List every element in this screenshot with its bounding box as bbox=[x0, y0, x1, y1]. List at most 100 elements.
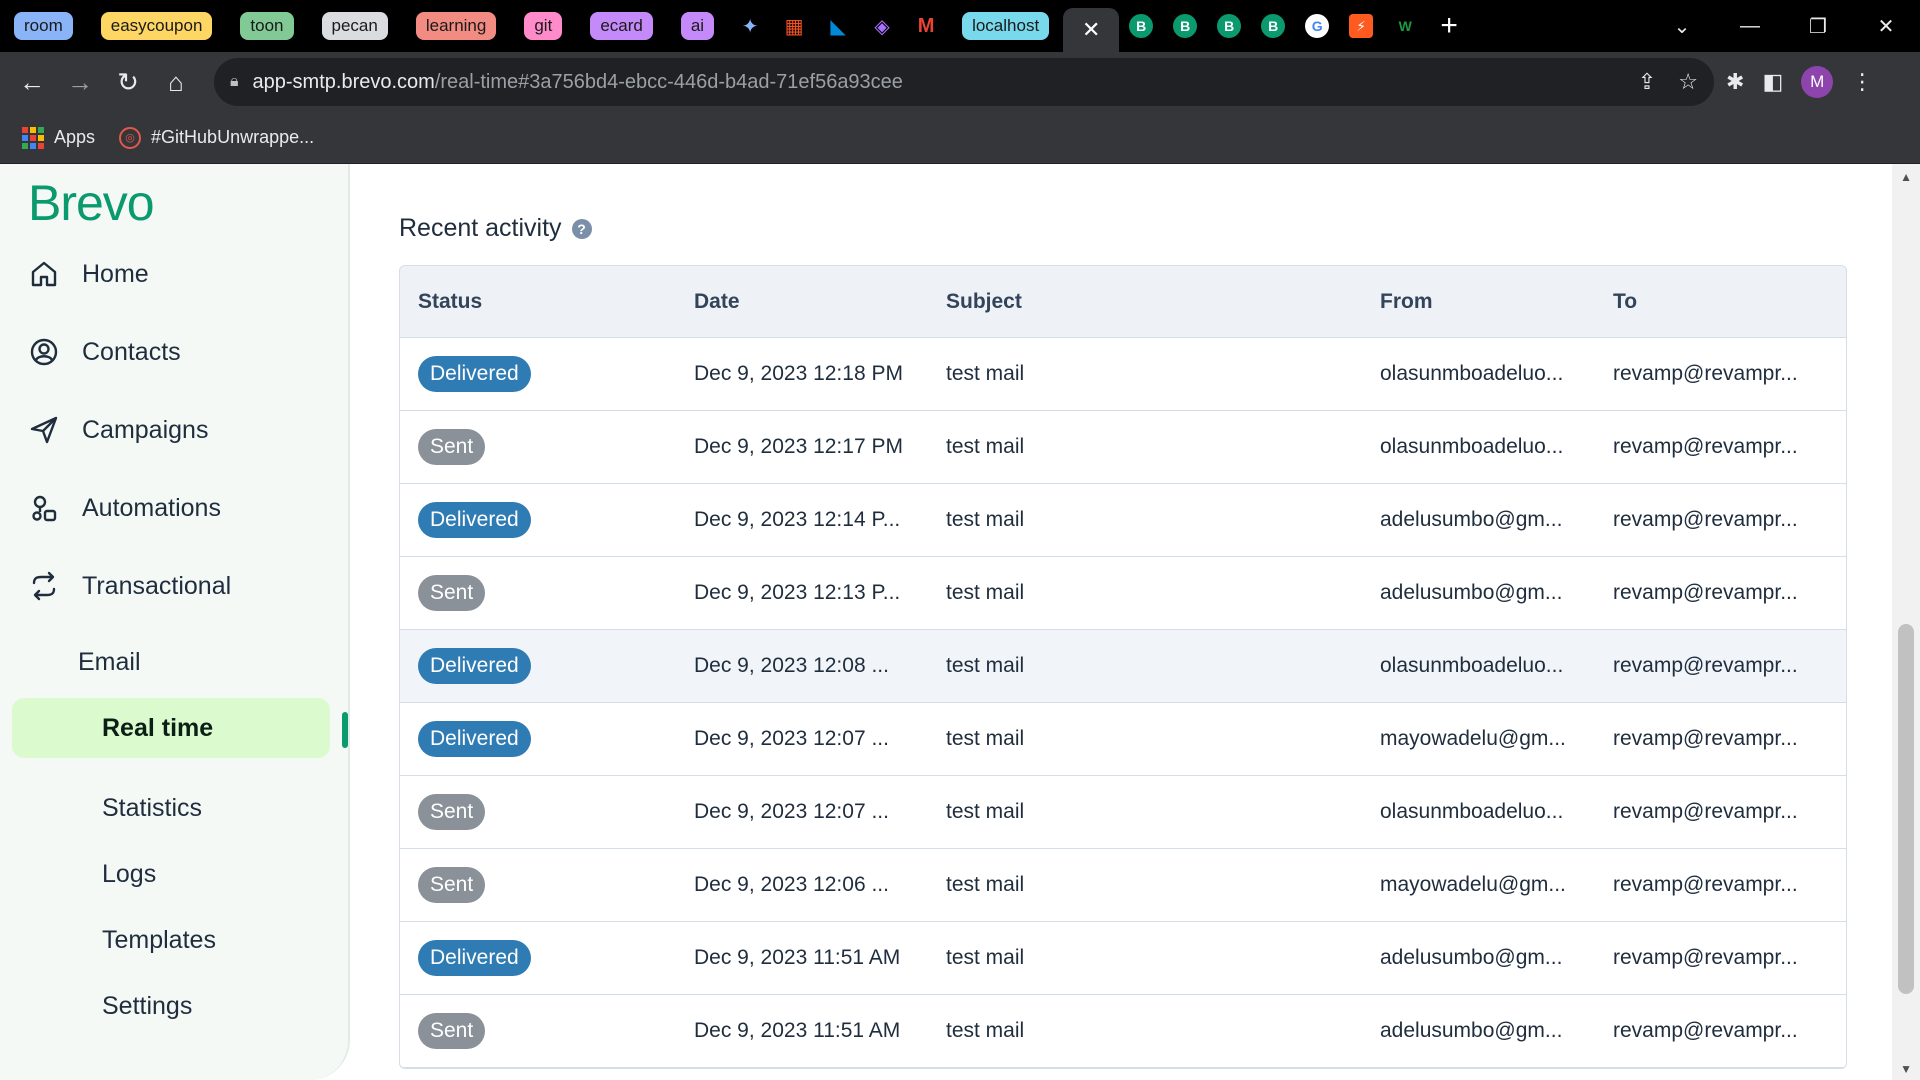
tab-visual-studio[interactable]: ◈ bbox=[860, 0, 904, 52]
tab-microsoft[interactable]: ▦ bbox=[772, 0, 816, 52]
back-icon[interactable]: ← bbox=[8, 58, 56, 106]
minimize-icon[interactable]: — bbox=[1716, 15, 1784, 38]
webflow-icon: W bbox=[1393, 14, 1418, 38]
tab-google[interactable]: G bbox=[1295, 0, 1339, 52]
table-row[interactable]: Delivered Dec 9, 2023 12:14 P... test mail… bbox=[400, 484, 1846, 557]
status-badge: Delivered bbox=[418, 648, 531, 684]
azure-icon: ◣ bbox=[830, 15, 846, 38]
address-bar[interactable]: 🔒︎ app-smtp.brevo.com/real-time#3a756bd4… bbox=[214, 58, 1714, 106]
side-panel-icon[interactable]: ◧ bbox=[1762, 69, 1783, 95]
sidebar-item-contacts[interactable]: Contacts bbox=[28, 336, 181, 368]
tab-gemini[interactable]: ✦ bbox=[728, 0, 772, 52]
sidebar-item-logs[interactable]: Logs bbox=[102, 860, 156, 889]
sidebar-item-transactional[interactable]: Transactional bbox=[28, 570, 231, 602]
scroll-down-icon[interactable]: ▼ bbox=[1900, 1062, 1912, 1076]
column-header-subject[interactable]: Subject bbox=[946, 290, 1380, 314]
sidebar-item-statistics[interactable]: Statistics bbox=[102, 794, 202, 823]
sidebar-item-home[interactable]: Home bbox=[28, 258, 149, 290]
date-cell: Dec 9, 2023 12:08 ... bbox=[694, 654, 889, 677]
brevo-logo[interactable]: Brevo bbox=[28, 174, 155, 232]
table-row[interactable]: Sent Dec 9, 2023 12:07 ... test mail olasun… bbox=[400, 776, 1846, 849]
main-content: Recent activity ? Status Date Subject Fr… bbox=[352, 164, 1892, 1080]
tab-group-room[interactable]: room bbox=[0, 0, 87, 52]
tab-group-easycoupon[interactable]: easycoupon bbox=[87, 0, 227, 52]
column-header-from[interactable]: From bbox=[1380, 290, 1613, 314]
tab-group-label: room bbox=[14, 12, 73, 40]
tab-brevo[interactable]: B bbox=[1207, 0, 1251, 52]
forward-icon[interactable]: → bbox=[56, 58, 104, 106]
profile-avatar[interactable]: M bbox=[1801, 66, 1834, 98]
reload-icon[interactable]: ↻ bbox=[104, 58, 152, 106]
table-row[interactable]: Delivered Dec 9, 2023 12:08 ... test mail o… bbox=[400, 630, 1846, 703]
bookmark-label: #GitHubUnwrappe... bbox=[151, 127, 315, 147]
share-icon[interactable]: ⇪ bbox=[1638, 69, 1656, 95]
sidebar-item-real-time[interactable]: Real time bbox=[12, 698, 330, 758]
contacts-icon bbox=[30, 338, 58, 366]
restore-icon[interactable]: ❐ bbox=[1784, 14, 1852, 39]
tab-brevo[interactable]: B bbox=[1251, 0, 1295, 52]
tab-group-learning[interactable]: learning bbox=[402, 0, 511, 52]
to-cell: revamp@revampr... bbox=[1613, 435, 1798, 458]
table-row[interactable]: Delivered Dec 9, 2023 12:18 PM test mail ol… bbox=[400, 338, 1846, 411]
subject-cell: test mail bbox=[946, 654, 1025, 677]
table-row[interactable]: Sent Dec 9, 2023 12:06 ... test mail mayowa… bbox=[400, 849, 1846, 922]
status-badge: Delivered bbox=[418, 502, 531, 538]
sidebar-item-email[interactable]: Email bbox=[78, 648, 141, 677]
column-header-status[interactable]: Status bbox=[400, 290, 694, 314]
activity-table: Status Date Subject From To Delivered Dec… bbox=[399, 265, 1847, 1069]
home-icon bbox=[31, 261, 57, 287]
menu-icon[interactable]: ⋮ bbox=[1851, 69, 1873, 95]
scrollbar-thumb[interactable] bbox=[1898, 624, 1914, 994]
date-cell: Dec 9, 2023 12:07 ... bbox=[694, 727, 889, 750]
active-tab-close-icon[interactable]: ✕ bbox=[1063, 8, 1120, 52]
sidebar-item-label: Transactional bbox=[82, 571, 232, 600]
status-badge: Sent bbox=[418, 794, 486, 830]
tab-brevo[interactable]: B bbox=[1119, 0, 1163, 52]
column-header-to[interactable]: To bbox=[1613, 290, 1846, 314]
tab-group-toon[interactable]: toon bbox=[226, 0, 307, 52]
date-cell: Dec 9, 2023 12:18 PM bbox=[694, 362, 903, 385]
tab-gmail[interactable]: M bbox=[904, 0, 948, 52]
table-row[interactable]: Delivered Dec 9, 2023 11:51 AM test mail ad… bbox=[400, 922, 1846, 995]
tab-group-label: easycoupon bbox=[100, 12, 213, 40]
sidebar-item-campaigns[interactable]: Campaigns bbox=[28, 414, 208, 446]
bookmark-github-unwrapped[interactable]: ◎ #GitHubUnwrappe... bbox=[119, 126, 315, 149]
tab-group-ai[interactable]: ai bbox=[667, 0, 728, 52]
from-cell: adelusumbo@gm... bbox=[1380, 1019, 1563, 1042]
to-cell: revamp@revampr... bbox=[1613, 654, 1798, 677]
tab-group-pecan[interactable]: pecan bbox=[308, 0, 402, 52]
microsoft-icon: ▦ bbox=[784, 15, 804, 38]
sidebar-item-label: Home bbox=[82, 259, 149, 288]
status-cell: Sent bbox=[400, 575, 694, 611]
active-indicator bbox=[342, 712, 348, 748]
sidebar-item-automations[interactable]: Automations bbox=[28, 492, 221, 524]
tab-group-label: pecan bbox=[321, 12, 388, 40]
home-icon[interactable]: ⌂ bbox=[152, 58, 200, 106]
date-cell: Dec 9, 2023 11:51 AM bbox=[694, 946, 901, 969]
table-row[interactable]: Delivered Dec 9, 2023 12:07 ... test mail m… bbox=[400, 703, 1846, 776]
help-icon[interactable]: ? bbox=[571, 218, 592, 239]
from-cell: olasunmboadeluo... bbox=[1380, 800, 1564, 823]
extensions-icon[interactable]: ✱ bbox=[1726, 69, 1744, 95]
tab-bolt[interactable]: ⚡ bbox=[1339, 0, 1383, 52]
sidebar-item-settings[interactable]: Settings bbox=[102, 992, 192, 1021]
tab-group-ecard[interactable]: ecard bbox=[576, 0, 667, 52]
table-row[interactable]: Sent Dec 9, 2023 11:51 AM test mail adelusu… bbox=[400, 995, 1846, 1068]
tab-azure[interactable]: ◣ bbox=[816, 0, 860, 52]
new-tab-button[interactable]: + bbox=[1427, 0, 1471, 52]
tab-group-localhost[interactable]: localhost bbox=[948, 0, 1063, 52]
table-row[interactable]: Sent Dec 9, 2023 12:17 PM test mail olasunm… bbox=[400, 411, 1846, 484]
bookmark-apps[interactable]: Apps bbox=[22, 126, 95, 149]
sidebar-item-templates[interactable]: Templates bbox=[102, 926, 216, 955]
tab-search-icon[interactable]: ⌄ bbox=[1648, 14, 1716, 39]
tab-brevo[interactable]: B bbox=[1163, 0, 1207, 52]
scroll-up-icon[interactable]: ▲ bbox=[1900, 170, 1912, 184]
table-header: Status Date Subject From To bbox=[400, 266, 1846, 338]
table-row[interactable]: Sent Dec 9, 2023 12:13 P... test mail adelu… bbox=[400, 557, 1846, 630]
bookmark-star-icon[interactable]: ☆ bbox=[1678, 69, 1698, 95]
tab-group-git[interactable]: git bbox=[510, 0, 576, 52]
column-header-date[interactable]: Date bbox=[694, 290, 946, 314]
scrollbar[interactable]: ▲ ▼ bbox=[1892, 164, 1920, 1080]
close-window-icon[interactable]: ✕ bbox=[1852, 14, 1920, 39]
tab-webflow[interactable]: W bbox=[1383, 0, 1427, 52]
